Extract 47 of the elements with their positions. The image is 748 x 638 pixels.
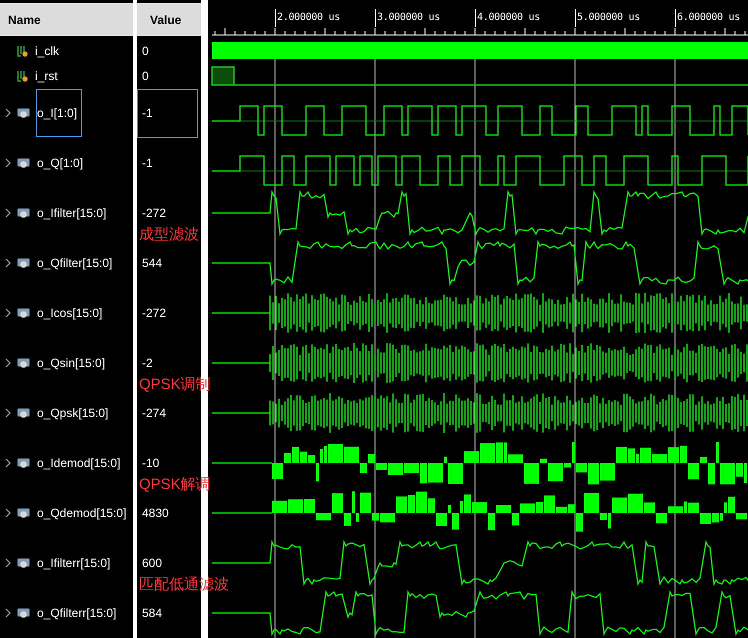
column-header[interactable]: Value bbox=[137, 3, 201, 38]
signal-value: 584 bbox=[141, 605, 164, 622]
signal-name[interactable]: o_Qfilterr[15:0] bbox=[36, 603, 118, 623]
signal-name[interactable]: o_Qpsk[15:0] bbox=[36, 403, 110, 423]
annotation: QPSK调制 bbox=[139, 375, 211, 395]
signal-name[interactable]: o_Ifilterr[15:0] bbox=[36, 553, 112, 573]
signal-name[interactable]: o_Qdemod[15:0] bbox=[36, 503, 128, 523]
expand-chevron-icon[interactable] bbox=[5, 408, 11, 418]
signal-value: 544 bbox=[141, 255, 164, 272]
signal-name[interactable]: o_Q[1:0] bbox=[36, 153, 84, 173]
expand-chevron-icon[interactable] bbox=[5, 508, 11, 518]
expand-chevron-icon[interactable] bbox=[5, 108, 11, 118]
time-label: 4.000000 us bbox=[475, 9, 540, 27]
signal-name[interactable]: o_Qfilter[15:0] bbox=[36, 253, 114, 273]
signal-value: 4830 bbox=[141, 505, 170, 522]
signal-name[interactable]: o_Icos[15:0] bbox=[36, 303, 104, 323]
expand-chevron-icon[interactable] bbox=[5, 158, 11, 168]
signal-value: 0 bbox=[141, 68, 150, 84]
signal-name[interactable]: o_I[1:0] bbox=[36, 89, 82, 137]
signal-name[interactable]: o_Idemod[15:0] bbox=[36, 453, 122, 473]
expand-chevron-icon[interactable] bbox=[5, 258, 11, 268]
signal-value: -10 bbox=[141, 455, 160, 472]
signal-name[interactable]: i_clk bbox=[34, 40, 60, 60]
signal-value: -272 bbox=[141, 205, 168, 222]
annotation: 成型滤波 bbox=[139, 225, 199, 245]
signal-value: -274 bbox=[141, 405, 168, 422]
expand-chevron-icon[interactable] bbox=[5, 558, 11, 568]
expand-chevron-icon[interactable] bbox=[5, 308, 11, 318]
signal-value: -1 bbox=[137, 88, 198, 138]
time-label: 6.000000 us bbox=[675, 9, 740, 27]
signal-value: -272 bbox=[141, 305, 168, 322]
expand-chevron-icon[interactable] bbox=[5, 608, 11, 618]
signal-name[interactable]: o_Qsin[15:0] bbox=[36, 353, 106, 373]
signal-value: 600 bbox=[141, 555, 164, 572]
expand-chevron-icon[interactable] bbox=[5, 358, 11, 368]
column-header[interactable]: Name bbox=[0, 3, 133, 38]
time-label: 2.000000 us bbox=[275, 9, 340, 27]
expand-chevron-icon[interactable] bbox=[5, 458, 11, 468]
signal-value: -1 bbox=[141, 155, 154, 172]
time-label: 3.000000 us bbox=[375, 9, 440, 27]
signal-value: -2 bbox=[141, 355, 154, 372]
time-label: 5.000000 us bbox=[575, 9, 640, 27]
expand-chevron-icon[interactable] bbox=[5, 208, 11, 218]
annotation: QPSK解调 bbox=[139, 475, 211, 495]
signal-name[interactable]: o_Ifilter[15:0] bbox=[36, 203, 108, 223]
signal-name[interactable]: i_rst bbox=[34, 66, 59, 86]
signal-value: 0 bbox=[141, 42, 150, 60]
